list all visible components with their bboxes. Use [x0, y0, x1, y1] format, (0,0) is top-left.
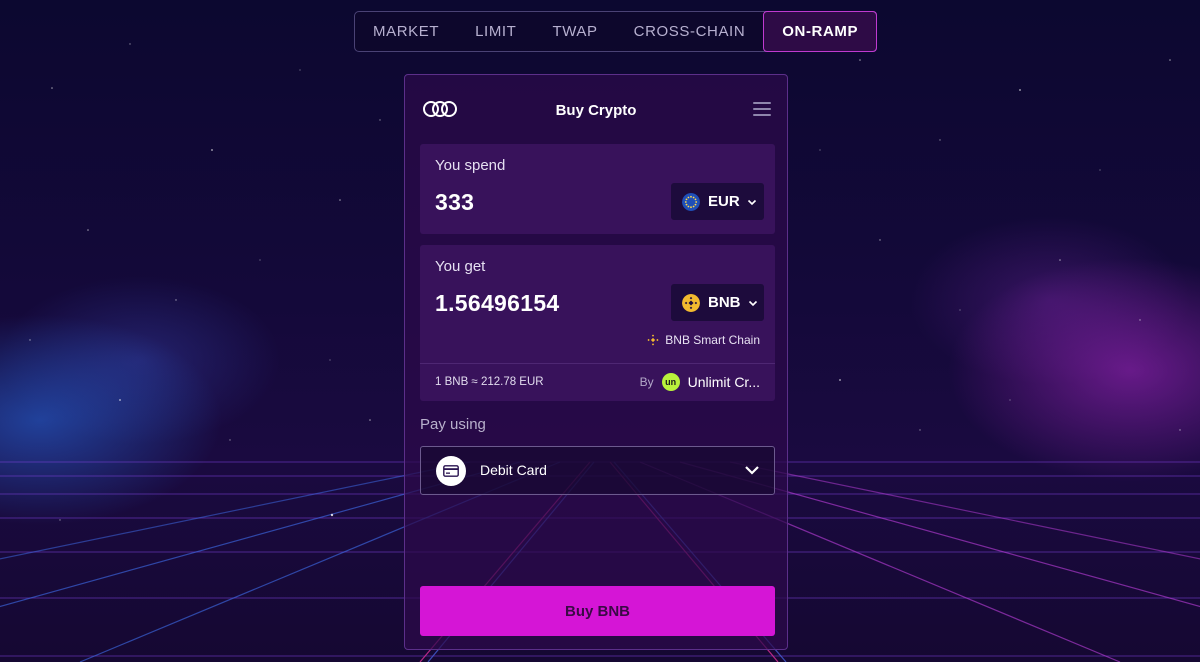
trade-mode-tabs: MARKET LIMIT TWAP CROSS-CHAIN ON-RAMP [354, 11, 878, 52]
panel-divider [420, 363, 775, 364]
tab-on-ramp[interactable]: ON-RAMP [763, 11, 878, 52]
chevron-down-icon [747, 199, 756, 205]
payment-method-select[interactable]: Debit Card [420, 446, 775, 495]
bnb-icon [682, 293, 700, 312]
tab-limit[interactable]: LIMIT [457, 12, 534, 51]
payment-method-label: Debit Card [480, 462, 547, 478]
buy-crypto-widget: Buy Crypto You spend 333 EUR You get 1.5… [404, 74, 788, 650]
widget-header: Buy Crypto [405, 75, 787, 143]
chevron-down-icon [748, 300, 757, 306]
tab-cross-chain[interactable]: CROSS-CHAIN [616, 12, 764, 51]
get-panel: You get 1.56496154 BNB BNB Smart Chain 1… [420, 245, 775, 401]
tab-twap[interactable]: TWAP [534, 12, 615, 51]
provider-selector[interactable]: By un Unlimit Cr... [640, 373, 760, 391]
widget-title: Buy Crypto [555, 102, 637, 119]
tab-market[interactable]: MARKET [355, 12, 457, 51]
eu-flag-icon [682, 192, 700, 211]
get-currency-selector[interactable]: BNB [671, 284, 764, 321]
chevron-down-icon [745, 466, 759, 475]
unlimit-logo-icon: un [661, 373, 680, 391]
spend-currency-selector[interactable]: EUR [671, 183, 764, 220]
by-label: By [639, 375, 654, 389]
network-name: BNB Smart Chain [665, 333, 760, 347]
get-label: You get [435, 258, 486, 275]
spend-currency-label: EUR [708, 193, 740, 210]
spend-amount-input[interactable]: 333 [435, 189, 474, 216]
exchange-rate: 1 BNB ≈ 212.78 EUR [435, 376, 544, 388]
credit-card-icon [436, 456, 466, 486]
buy-button[interactable]: Buy BNB [420, 586, 775, 636]
bnb-chain-icon [647, 334, 659, 346]
get-amount: 1.56496154 [435, 290, 560, 316]
spend-label: You spend [435, 157, 506, 174]
hamburger-menu-icon[interactable] [753, 102, 771, 116]
spend-panel: You spend 333 EUR [420, 144, 775, 234]
get-currency-label: BNB [708, 294, 741, 311]
provider-name: Unlimit Cr... [687, 374, 760, 390]
pay-using-label: Pay using [420, 416, 486, 433]
network-indicator: BNB Smart Chain [647, 333, 760, 347]
